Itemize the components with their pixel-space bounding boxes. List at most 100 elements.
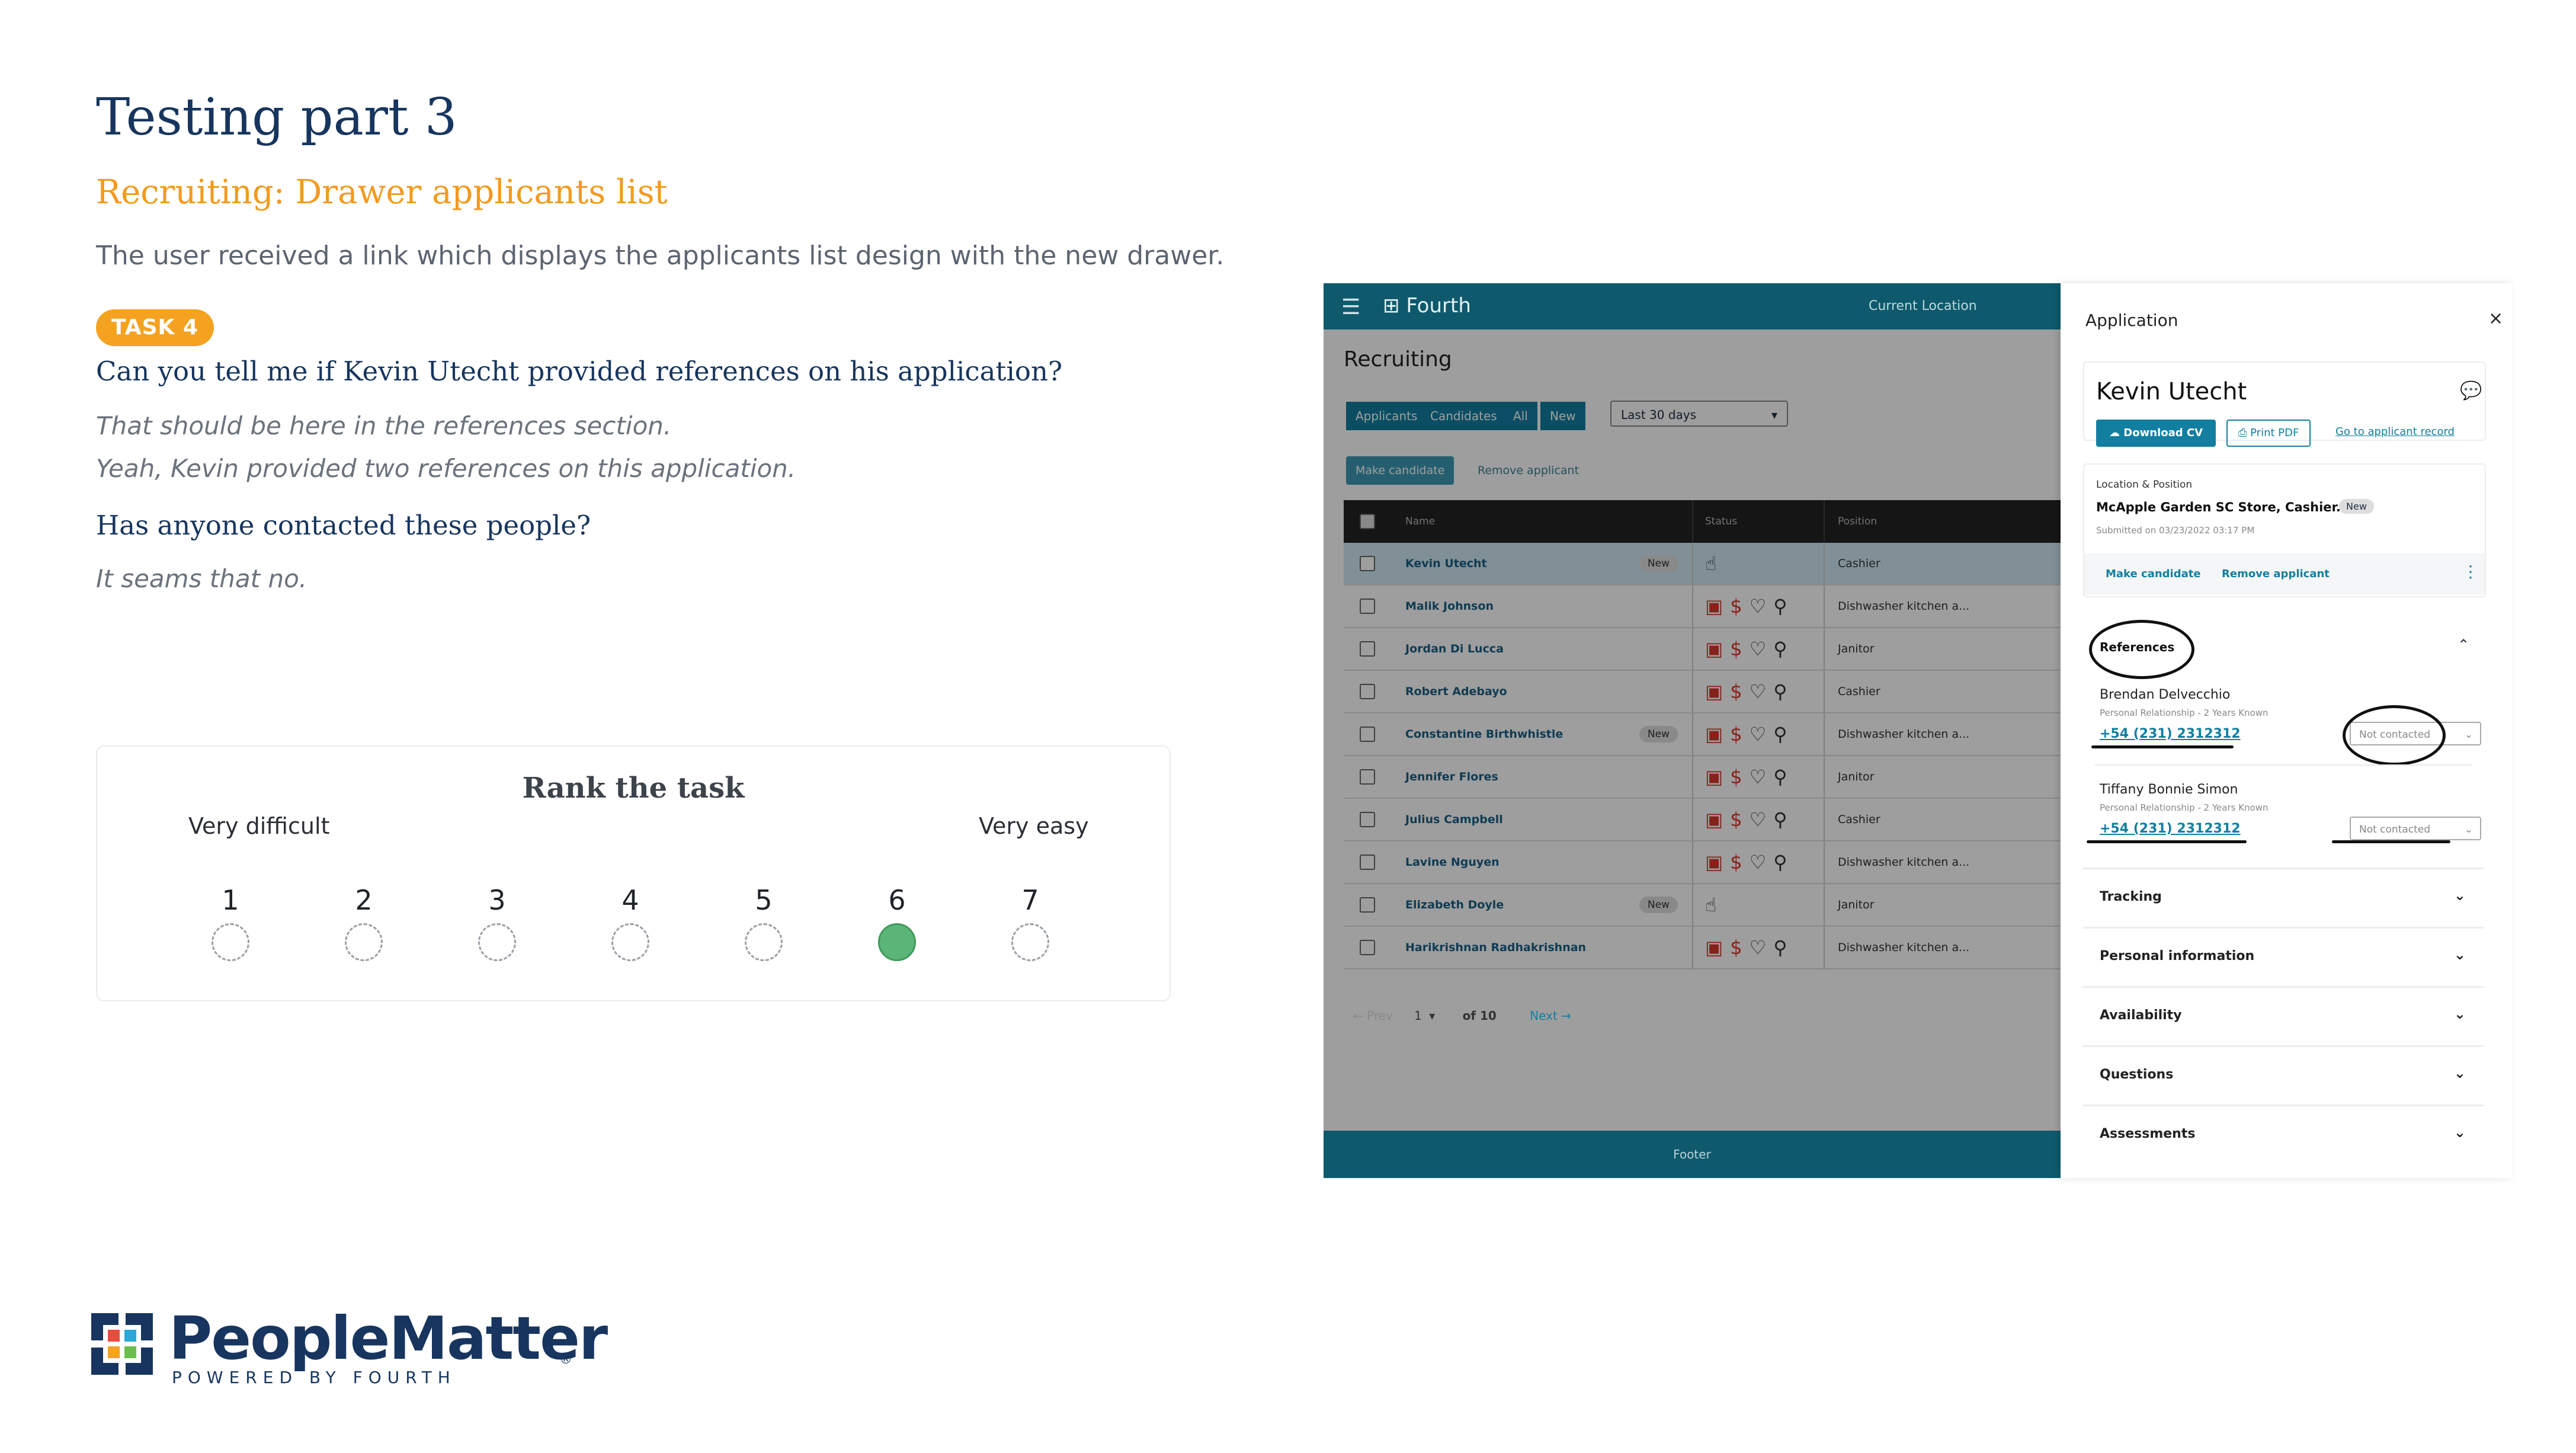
- section-assessments[interactable]: Assessments ⌄: [2083, 1105, 2484, 1163]
- reference-2-status-value: Not contacted: [2359, 824, 2431, 836]
- underline-annotation: [2087, 840, 2247, 843]
- rank-option-number: 4: [621, 884, 639, 916]
- rank-radio[interactable]: [345, 923, 383, 961]
- rank-option-5[interactable]: 5: [728, 884, 799, 961]
- chevron-down-icon: ⌄: [2453, 1006, 2466, 1022]
- rank-high-label: Very easy: [979, 813, 1089, 839]
- rank-option-number: 2: [355, 884, 373, 916]
- remove-applicant-link[interactable]: Remove applicant: [2222, 568, 2330, 580]
- chevron-down-icon: ⌄: [2453, 1065, 2466, 1081]
- rank-low-label: Very difficult: [188, 813, 330, 839]
- underline-annotation: [2091, 745, 2234, 748]
- pager-page[interactable]: 1: [1414, 1009, 1422, 1023]
- app-brand-label: Fourth: [1406, 294, 1471, 318]
- chevron-down-icon: ⌄: [2453, 946, 2466, 963]
- answer-2: It seams that no.: [96, 564, 307, 593]
- section-label: Availability: [2100, 1008, 2182, 1023]
- section-tracking[interactable]: Tracking ⌄: [2083, 868, 2484, 926]
- download-cv-label: Download CV: [2123, 427, 2203, 439]
- reference-2-phone[interactable]: +54 (231) 2312312: [2100, 821, 2241, 836]
- pagination: ← Prev 1 ▾ of 10 Next →: [1353, 1009, 1571, 1023]
- more-options-icon[interactable]: ⋮: [2462, 562, 2479, 581]
- chevron-down-icon: ⌄: [2464, 729, 2473, 741]
- pager-of: of 10: [1462, 1009, 1497, 1023]
- rank-radio[interactable]: [478, 923, 516, 961]
- rank-radio[interactable]: [1011, 923, 1049, 961]
- rank-option-2[interactable]: 2: [328, 884, 399, 961]
- reference-2-name: Tiffany Bonnie Simon: [2100, 782, 2238, 797]
- rank-option-4[interactable]: 4: [595, 884, 666, 961]
- applicant-name: Kevin Utecht: [2096, 378, 2247, 405]
- rank-option-number: 1: [222, 884, 239, 916]
- close-icon[interactable]: ×: [2488, 308, 2503, 329]
- answer-1-line-2: Yeah, Kevin provided two references on t…: [96, 454, 796, 483]
- question-2: Has anyone contacted these people?: [96, 510, 591, 541]
- section-label: Tracking: [2100, 889, 2162, 904]
- slide-intro: The user received a link which displays …: [96, 241, 1225, 271]
- download-cv-button[interactable]: ☁ Download CV: [2096, 420, 2216, 447]
- slide-subtitle: Recruiting: Drawer applicants list: [96, 173, 668, 212]
- rank-radio[interactable]: [611, 923, 649, 961]
- recruiting-app-screenshot: ☰ ⊞ Fourth Current Location Recruiting A…: [1324, 283, 2061, 1178]
- scribble-circle-annotation: [2343, 705, 2446, 766]
- cloud-download-icon: ☁: [2109, 427, 2120, 439]
- scribble-circle-annotation: [2089, 620, 2194, 679]
- rank-option-1[interactable]: 1: [195, 884, 266, 961]
- peoplematter-logo-icon: [91, 1313, 153, 1375]
- chevron-down-icon: ⌄: [2453, 1124, 2466, 1141]
- fourth-logo-icon: ⊞: [1383, 294, 1400, 318]
- chevron-down-icon: ▾: [1429, 1009, 1436, 1023]
- applicant-header-card: Kevin Utecht 💬 ☁ Download CV ⎙ Print PDF…: [2083, 361, 2486, 447]
- rank-option-7[interactable]: 7: [995, 884, 1066, 961]
- references-section: References ⌃ Brendan Delvecchio Personal…: [2083, 613, 2484, 856]
- logo-wordmark: PeopleMatter: [169, 1304, 608, 1373]
- pager-next[interactable]: Next →: [1530, 1009, 1571, 1023]
- print-pdf-label: Print PDF: [2250, 427, 2299, 439]
- section-questions[interactable]: Questions ⌄: [2083, 1045, 2484, 1104]
- chat-icon[interactable]: 💬: [2460, 380, 2482, 401]
- rank-option-3[interactable]: 3: [462, 884, 533, 961]
- reference-1-name: Brendan Delvecchio: [2100, 687, 2231, 702]
- pager-prev[interactable]: ← Prev: [1353, 1009, 1393, 1023]
- rank-option-6[interactable]: 6: [861, 884, 933, 961]
- slide-title: Testing part 3: [96, 88, 457, 147]
- rank-radio-selected[interactable]: [878, 923, 916, 961]
- section-label: Assessments: [2100, 1126, 2196, 1141]
- rank-option-number: 7: [1021, 884, 1039, 916]
- make-candidate-link[interactable]: Make candidate: [2106, 568, 2201, 580]
- task-badge: TASK 4: [96, 309, 214, 346]
- app-footer: Footer: [1324, 1131, 2061, 1178]
- app-brand: ⊞ Fourth: [1383, 294, 1471, 318]
- submitted-date: Submitted on 03/23/2022 03:17 PM: [2096, 525, 2255, 536]
- location-value: McApple Garden SC Store, Cashier.: [2096, 500, 2341, 514]
- section-personal-information[interactable]: Personal information ⌄: [2083, 927, 2484, 985]
- location-actions-bar: Make candidate Remove applicant ⋮: [2084, 553, 2485, 595]
- current-location[interactable]: Current Location: [1869, 299, 1977, 313]
- section-label: Questions: [2100, 1067, 2174, 1082]
- divider: [2095, 764, 2472, 766]
- printer-icon: ⎙: [2238, 427, 2247, 439]
- reference-2-relation: Personal Relationship - 2 Years Known: [2100, 802, 2269, 813]
- reference-2-status-select[interactable]: Not contacted ⌄: [2350, 817, 2481, 840]
- question-1: Can you tell me if Kevin Utecht provided…: [96, 356, 1063, 387]
- section-availability[interactable]: Availability ⌄: [2083, 986, 2484, 1045]
- location-badge: New: [2339, 499, 2374, 514]
- print-pdf-button[interactable]: ⎙ Print PDF: [2226, 420, 2311, 447]
- location-card: Location & Position McApple Garden SC St…: [2083, 463, 2486, 597]
- chevron-down-icon: ⌄: [2453, 887, 2466, 904]
- rank-option-number: 5: [755, 884, 773, 916]
- rank-card: Rank the task Very difficult Very easy 1…: [96, 745, 1171, 1001]
- go-to-applicant-record-link[interactable]: Go to applicant record: [2335, 425, 2455, 438]
- reference-1-relation: Personal Relationship - 2 Years Known: [2100, 708, 2269, 718]
- underline-annotation: [2332, 840, 2450, 843]
- reference-1-phone[interactable]: +54 (231) 2312312: [2100, 726, 2241, 741]
- logo-tagline: POWERED BY FOURTH: [172, 1368, 456, 1387]
- drawer-title: Application: [2085, 311, 2178, 330]
- section-label: Personal information: [2100, 949, 2255, 964]
- rank-option-number: 3: [488, 884, 506, 916]
- hamburger-menu-icon[interactable]: ☰: [1341, 295, 1360, 319]
- rank-radio[interactable]: [212, 923, 249, 961]
- rank-option-number: 6: [888, 884, 906, 916]
- chevron-up-icon[interactable]: ⌃: [2458, 636, 2469, 653]
- rank-radio[interactable]: [745, 923, 783, 961]
